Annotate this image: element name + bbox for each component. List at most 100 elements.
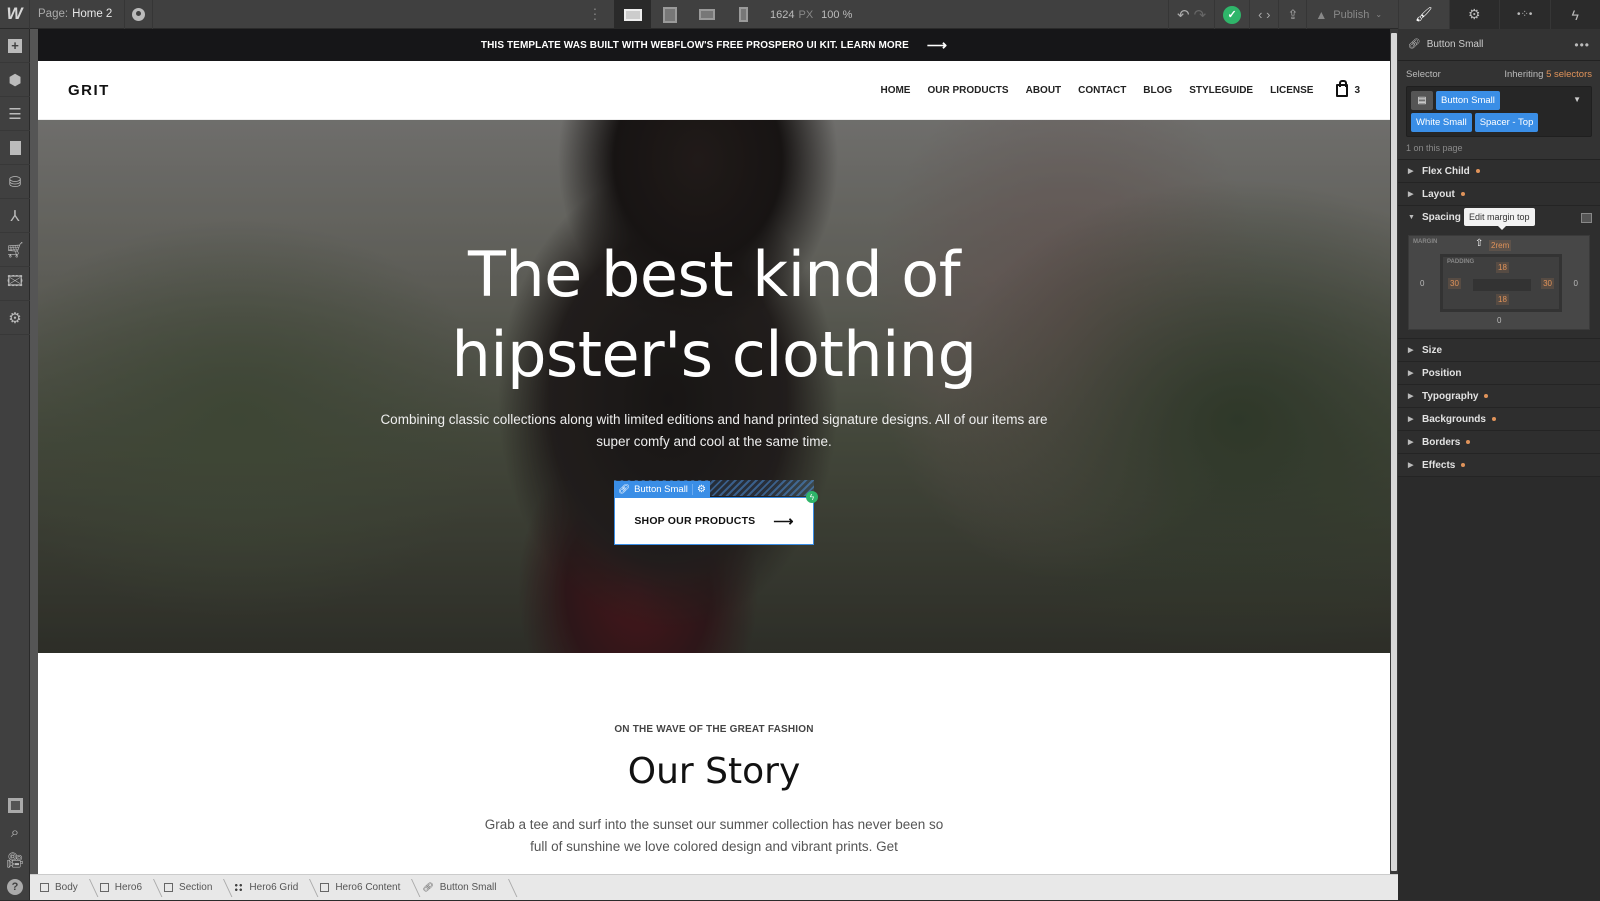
preview-button[interactable]: [125, 0, 153, 29]
sidebar-item-navigator[interactable]: ☰: [0, 97, 30, 131]
breadcrumb-hero6[interactable]: Hero6: [90, 875, 154, 901]
section-label: Typography: [1422, 391, 1478, 402]
shopping-bag-icon: [1336, 84, 1348, 97]
section-effects[interactable]: ▶Effects: [1398, 454, 1600, 477]
padding-top[interactable]: 18: [1496, 262, 1509, 273]
section-flex-child[interactable]: ▶Flex Child: [1398, 160, 1600, 183]
padding-right[interactable]: 30: [1541, 278, 1554, 289]
sidebar-item-symbols[interactable]: ⬢: [0, 63, 30, 97]
code-icon: ‹ ›: [1258, 7, 1270, 22]
site-logo[interactable]: GRIT: [68, 82, 110, 99]
gear-icon[interactable]: ⚙: [692, 484, 706, 495]
more-vertical-icon[interactable]: ···: [590, 6, 600, 24]
site-menu: HOME OUR PRODUCTS ABOUT CONTACT BLOG STY…: [880, 84, 1360, 97]
square-icon: [8, 798, 23, 813]
nav-link-license[interactable]: LICENSE: [1270, 85, 1313, 96]
cart-button[interactable]: 3: [1336, 84, 1360, 97]
more-horizontal-icon[interactable]: •••: [1574, 38, 1590, 52]
section-borders[interactable]: ▶Borders: [1398, 431, 1600, 454]
modified-dot: [1466, 440, 1470, 444]
selector-field[interactable]: ▤ Button Small White Small Spacer - Top …: [1406, 86, 1592, 137]
breakpoint-mobile-landscape[interactable]: [688, 0, 725, 29]
breadcrumb-hero6-grid[interactable]: Hero6 Grid: [224, 875, 310, 901]
element-label-tag[interactable]: 🔗︎ Button Small ⚙: [614, 481, 710, 497]
breakpoint-switcher: [614, 0, 762, 29]
sidebar-item-canvas-settings[interactable]: [0, 792, 30, 819]
interaction-bolt-icon[interactable]: ϟ: [806, 491, 818, 503]
tooltip: Edit margin top: [1464, 208, 1535, 226]
scrollbar-thumb[interactable]: [1391, 33, 1397, 871]
tab-lightning[interactable]: ϟ: [1550, 0, 1600, 29]
section-position[interactable]: ▶Position: [1398, 362, 1600, 385]
publish-button[interactable]: ▲ Publish ⌄: [1306, 0, 1390, 29]
sidebar-item-pages[interactable]: [0, 131, 30, 165]
breadcrumb-section[interactable]: Section: [154, 875, 224, 901]
save-status[interactable]: ✓: [1214, 0, 1249, 29]
sidebar-item-search[interactable]: ⌕: [0, 819, 30, 846]
margin-bottom[interactable]: 0: [1497, 316, 1501, 325]
class-chip-spacer-top[interactable]: Spacer - Top: [1475, 113, 1539, 132]
selector-type-icon[interactable]: ▤: [1411, 91, 1433, 110]
breadcrumb-body[interactable]: Body: [30, 875, 90, 901]
breakpoint-mobile-portrait[interactable]: [725, 0, 762, 29]
sidebar-item-video[interactable]: 🎥︎: [0, 846, 30, 873]
redo-icon[interactable]: ↷: [1194, 6, 1207, 24]
hero-section[interactable]: The best kind of hipster's clothing Comb…: [38, 120, 1390, 653]
spacing-toggle-icon[interactable]: [1581, 213, 1592, 223]
cube-icon: ⬢: [8, 71, 21, 89]
nav-link-products[interactable]: OUR PRODUCTS: [927, 85, 1008, 96]
nav-link-styleguide[interactable]: STYLEGUIDE: [1189, 85, 1253, 96]
section-label: Spacing: [1422, 212, 1461, 223]
share-button[interactable]: ⇪: [1278, 0, 1306, 29]
inheriting-info: Inheriting 5 selectors: [1504, 69, 1592, 80]
box-icon: [320, 883, 329, 892]
margin-left[interactable]: 0: [1420, 279, 1424, 288]
class-chip-white-small[interactable]: White Small: [1411, 113, 1472, 132]
undo-redo[interactable]: ↶↷: [1168, 0, 1214, 29]
padding-left[interactable]: 30: [1448, 278, 1461, 289]
story-section: ON THE WAVE OF THE GREAT FASHION Our Sto…: [38, 724, 1390, 857]
breadcrumb-button-small[interactable]: 🔗︎Button Small: [412, 875, 508, 901]
canvas-scrollbar[interactable]: [1390, 29, 1398, 874]
code-export-button[interactable]: ‹ ›: [1249, 0, 1278, 29]
tab-interactions[interactable]: •⁘•: [1499, 0, 1550, 29]
page-selector[interactable]: Page: Home 2: [30, 0, 125, 29]
section-layout[interactable]: ▶Layout: [1398, 183, 1600, 206]
tab-settings[interactable]: ⚙: [1449, 0, 1500, 29]
zoom-level: 100 %: [821, 9, 852, 21]
inheriting-selectors-link[interactable]: 5 selectors: [1546, 69, 1592, 80]
branch-icon: ⅄: [10, 207, 19, 225]
breakpoint-tablet[interactable]: [651, 0, 688, 29]
chevron-down-icon[interactable]: ▼: [1573, 95, 1581, 104]
nav-link-blog[interactable]: BLOG: [1143, 85, 1172, 96]
sidebar-item-ecommerce[interactable]: 🛒︎: [0, 233, 30, 267]
undo-icon[interactable]: ↶: [1177, 6, 1190, 24]
nav-link-about[interactable]: ABOUT: [1026, 85, 1062, 96]
breadcrumb-hero6-content[interactable]: Hero6 Content: [310, 875, 412, 901]
nav-link-contact[interactable]: CONTACT: [1078, 85, 1126, 96]
section-size[interactable]: ▶Size: [1398, 339, 1600, 362]
class-chip-button-small[interactable]: Button Small: [1436, 91, 1500, 110]
caret-right-icon: ▶: [1408, 346, 1416, 354]
promo-banner[interactable]: THIS TEMPLATE WAS BUILT WITH WEBFLOW'S F…: [38, 29, 1390, 61]
padding-bottom[interactable]: 18: [1496, 294, 1509, 305]
shop-products-button[interactable]: SHOP OUR PRODUCTS ⟶: [614, 497, 814, 545]
margin-right[interactable]: 0: [1574, 279, 1578, 288]
sidebar-item-add[interactable]: +: [0, 29, 30, 63]
sidebar-item-settings[interactable]: ⚙: [0, 301, 30, 335]
sidebar-item-assets[interactable]: 🖾: [0, 267, 30, 301]
design-canvas[interactable]: THIS TEMPLATE WAS BUILT WITH WEBFLOW'S F…: [38, 29, 1390, 874]
canvas-size-readout: 1624 PX 100 %: [770, 0, 852, 29]
tab-style[interactable]: 🖌︎: [1398, 0, 1449, 29]
margin-top[interactable]: 2rem: [1489, 240, 1511, 251]
sidebar-item-logic[interactable]: ⅄: [0, 199, 30, 233]
sidebar-item-help[interactable]: ?: [0, 873, 30, 900]
section-typography[interactable]: ▶Typography: [1398, 385, 1600, 408]
nav-link-home[interactable]: HOME: [880, 85, 910, 96]
sidebar-item-cms[interactable]: ⛁: [0, 165, 30, 199]
section-backgrounds[interactable]: ▶Backgrounds: [1398, 408, 1600, 431]
top-toolbar: W Page: Home 2 ··· 1624 PX 100 % ↶↷ ✓ ‹ …: [0, 0, 1600, 29]
spacing-editor: Edit margin top MARGIN ⇧ 2rem 0 0 0 PADD…: [1398, 229, 1600, 339]
webflow-logo[interactable]: W: [0, 0, 30, 29]
breakpoint-desktop[interactable]: [614, 0, 651, 29]
